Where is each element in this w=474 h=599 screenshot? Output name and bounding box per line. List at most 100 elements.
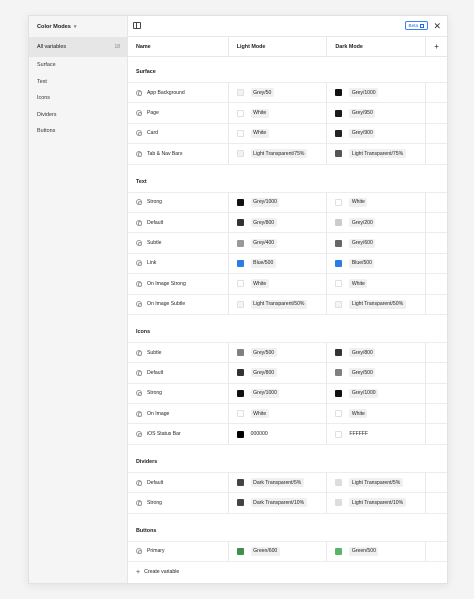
- hex-value: FFFFFF: [349, 431, 369, 438]
- table-row[interactable]: Page White Grey/950: [128, 103, 447, 124]
- dark-mode-value-cell[interactable]: Grey/600: [326, 233, 425, 253]
- sidebar-item-label: Icons: [37, 95, 50, 102]
- light-mode-value-cell[interactable]: Light Transparent/75%: [227, 144, 327, 164]
- column-header-dark-mode[interactable]: Dark Mode: [326, 37, 425, 56]
- light-mode-value-cell[interactable]: 000000: [227, 424, 327, 444]
- table-row[interactable]: On Image White White: [128, 404, 447, 425]
- variable-name-cell[interactable]: On Image: [128, 404, 228, 423]
- empty-cell: [425, 383, 447, 404]
- table-row[interactable]: Subtle Grey/400 Grey/600: [128, 233, 447, 254]
- light-mode-value-cell[interactable]: Grey/50: [227, 83, 327, 103]
- dark-mode-value-cell[interactable]: Grey/200: [326, 212, 425, 233]
- alias-pill: Light Transparent/75%: [250, 149, 307, 159]
- dark-mode-value-cell[interactable]: Grey/500: [326, 363, 425, 383]
- dark-mode-value-cell[interactable]: Grey/900: [326, 123, 425, 144]
- variable-name-cell[interactable]: On Image Strong: [128, 274, 228, 293]
- column-header-name[interactable]: Name: [128, 37, 228, 56]
- light-mode-value-cell[interactable]: Dark Transparent/10%: [227, 493, 327, 513]
- dark-mode-value-cell[interactable]: Grey/1000: [326, 383, 425, 404]
- light-mode-value-cell[interactable]: Grey/400: [227, 233, 327, 253]
- table-row[interactable]: Default Grey/800 Grey/200: [128, 212, 447, 234]
- variable-name-cell[interactable]: Strong: [128, 384, 228, 403]
- sidebar-item-all-variables[interactable]: All variables 18: [29, 37, 127, 57]
- dark-mode-value-cell[interactable]: Light Transparent/75%: [326, 144, 425, 164]
- external-link-icon: [420, 23, 424, 28]
- collection-selector[interactable]: Color Modes ▾: [29, 16, 127, 37]
- color-swatch: [335, 280, 343, 288]
- variable-name-cell[interactable]: Link: [128, 254, 228, 273]
- light-mode-value-cell[interactable]: Dark Transparent/5%: [227, 472, 327, 493]
- variable-name-cell[interactable]: Subtle: [128, 343, 228, 362]
- dark-mode-value-cell[interactable]: Light Transparent/50%: [326, 294, 425, 314]
- dark-mode-value-cell[interactable]: Grey/950: [326, 103, 425, 123]
- table-row[interactable]: Default Grey/800 Grey/500: [128, 363, 447, 384]
- beta-badge[interactable]: Beta: [404, 21, 428, 30]
- variable-name-cell[interactable]: Default: [128, 473, 228, 492]
- light-mode-value-cell[interactable]: White: [227, 123, 327, 144]
- variable-name-cell[interactable]: Page: [128, 103, 228, 122]
- variable-name-cell[interactable]: Primary: [128, 542, 228, 561]
- table-row[interactable]: Tab & Nav Bars Light Transparent/75% Light…: [128, 144, 447, 165]
- column-header-light-mode[interactable]: Light Mode: [227, 37, 327, 56]
- variable-name-cell[interactable]: Subtle: [128, 233, 228, 252]
- table-row[interactable]: Strong Grey/1000 Grey/1000: [128, 383, 447, 405]
- dark-mode-value-cell[interactable]: White: [326, 404, 425, 424]
- dark-mode-value-cell[interactable]: White: [326, 192, 425, 212]
- dark-mode-value-cell[interactable]: Light Transparent/10%: [326, 493, 425, 513]
- create-variable-button[interactable]: + Create variable: [128, 562, 447, 582]
- table-row[interactable]: Link Blue/500 Blue/500: [128, 253, 447, 275]
- table-row[interactable]: On Image Subtle Light Transparent/50% Ligh…: [128, 294, 447, 315]
- dark-mode-value-cell[interactable]: FFFFFF: [326, 424, 425, 444]
- variable-name-cell[interactable]: Tab & Nav Bars: [128, 144, 228, 163]
- light-mode-value-cell[interactable]: White: [227, 103, 327, 123]
- light-mode-value-cell[interactable]: Grey/1000: [227, 192, 327, 212]
- variable-name-cell[interactable]: Strong: [128, 493, 228, 512]
- dark-mode-value-cell[interactable]: Blue/500: [326, 253, 425, 274]
- alias-pill: Grey/800: [349, 348, 376, 358]
- light-mode-value-cell[interactable]: Light Transparent/50%: [227, 294, 327, 314]
- dark-mode-value-cell[interactable]: Grey/1000: [326, 83, 425, 103]
- sidebar-item-text[interactable]: Text: [29, 74, 127, 91]
- light-mode-value-cell[interactable]: Grey/1000: [227, 383, 327, 404]
- sidebar-item-surface[interactable]: Surface: [29, 57, 127, 74]
- dark-mode-value-cell[interactable]: Green/500: [326, 541, 425, 562]
- variable-name-cell[interactable]: Default: [128, 363, 228, 382]
- color-swatch: [335, 129, 343, 137]
- light-mode-value-cell[interactable]: Green/600: [227, 541, 327, 562]
- dark-mode-value-cell[interactable]: White: [326, 274, 425, 294]
- table-row[interactable]: Strong Dark Transparent/10% Light Transpar…: [128, 493, 447, 514]
- sidebar-item-buttons[interactable]: Buttons: [29, 123, 127, 140]
- light-mode-value-cell[interactable]: Blue/500: [227, 253, 327, 274]
- table-row[interactable]: App Background Grey/50 Grey/1000: [128, 83, 447, 104]
- variable-name-cell[interactable]: On Image Subtle: [128, 295, 228, 314]
- table-row[interactable]: On Image Strong White White: [128, 274, 447, 295]
- close-icon[interactable]: ✕: [433, 20, 441, 32]
- variable-name-cell[interactable]: Card: [128, 124, 228, 143]
- variable-name-cell[interactable]: iOS Status Bar: [128, 424, 228, 443]
- light-mode-value-cell[interactable]: White: [227, 274, 327, 294]
- variable-name-cell[interactable]: Strong: [128, 193, 228, 212]
- light-mode-value-cell[interactable]: Grey/800: [227, 212, 327, 233]
- table-row[interactable]: Default Dark Transparent/5% Light Transpar…: [128, 472, 447, 494]
- table-row[interactable]: Card White Grey/900: [128, 123, 447, 145]
- sidebar-toggle-icon[interactable]: [133, 22, 141, 29]
- chevron-down-icon: ▾: [73, 23, 77, 30]
- add-mode-button[interactable]: +: [425, 37, 447, 56]
- light-mode-value-cell[interactable]: Grey/500: [227, 342, 327, 363]
- variable-name: On Image Strong: [147, 280, 186, 287]
- color-variable-icon: [136, 150, 142, 157]
- sidebar-item-dividers[interactable]: Dividers: [29, 107, 127, 124]
- group-header-icons: Icons: [128, 315, 447, 343]
- light-mode-value-cell[interactable]: White: [227, 404, 327, 424]
- light-mode-value-cell[interactable]: Grey/800: [227, 363, 327, 383]
- table-row[interactable]: Strong Grey/1000 White: [128, 192, 447, 213]
- sidebar-item-icons[interactable]: Icons: [29, 90, 127, 107]
- color-swatch: [335, 410, 343, 418]
- variable-name-cell[interactable]: Default: [128, 213, 228, 232]
- table-row[interactable]: Primary Green/600 Green/500: [128, 541, 447, 563]
- variable-name-cell[interactable]: App Background: [128, 83, 228, 102]
- table-row[interactable]: iOS Status Bar 000000 FFFFFF: [128, 424, 447, 445]
- dark-mode-value-cell[interactable]: Light Transparent/5%: [326, 472, 425, 493]
- table-row[interactable]: Subtle Grey/500 Grey/800: [128, 342, 447, 364]
- dark-mode-value-cell[interactable]: Grey/800: [326, 342, 425, 363]
